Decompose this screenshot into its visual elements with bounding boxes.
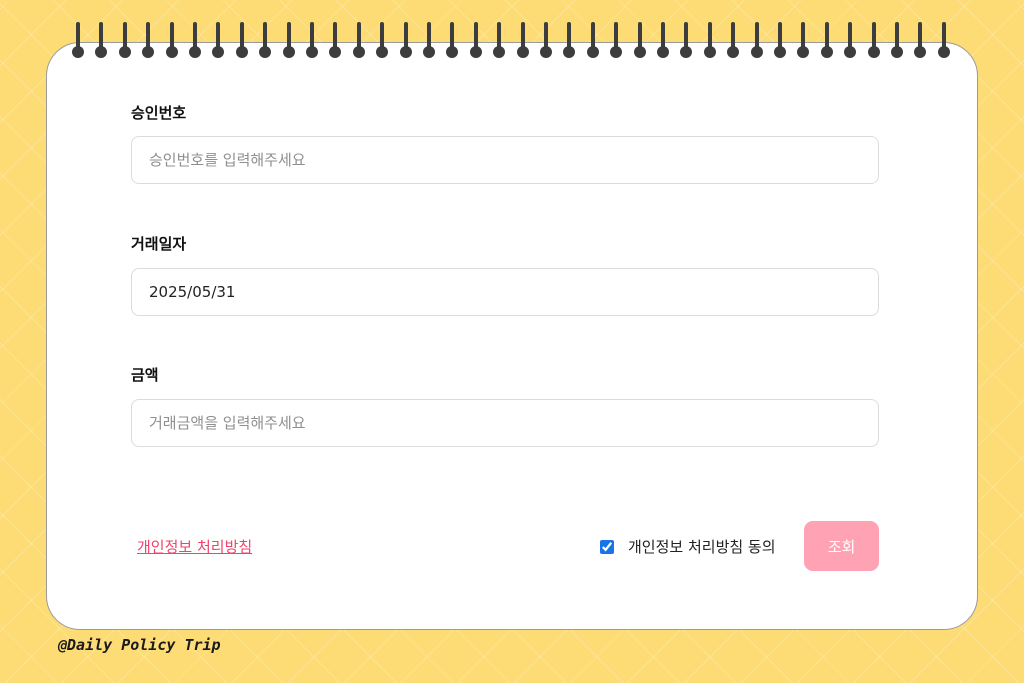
spiral-ring-icon: [540, 22, 552, 62]
spiral-ring-icon: [165, 22, 178, 62]
spiral-ring-icon: [306, 22, 318, 62]
consent-checkbox[interactable]: [600, 539, 614, 554]
transaction-date-label: 거래일자: [131, 235, 187, 253]
consent-label: 개인정보 처리방침 동의: [628, 538, 776, 556]
transaction-date-input[interactable]: [131, 268, 879, 316]
watermark: @Daily Policy Trip: [58, 636, 221, 654]
spiral-ring-icon: [493, 22, 506, 62]
spiral-ring-icon: [633, 22, 646, 62]
spiral-ring-icon: [727, 22, 740, 62]
approval-number-input[interactable]: [131, 136, 879, 184]
spiral-ring-icon: [680, 22, 693, 62]
spiral-ring-icon: [774, 22, 786, 62]
spiral-ring-icon: [657, 22, 669, 62]
spiral-ring-icon: [352, 22, 365, 62]
privacy-consent[interactable]: 개인정보 처리방침 동의: [600, 536, 776, 557]
search-button[interactable]: 조회: [804, 521, 879, 571]
spiral-ring-icon: [914, 22, 927, 62]
spiral-ring-icon: [95, 22, 108, 62]
spiral-ring-icon: [189, 22, 201, 62]
spiral-ring-icon: [516, 22, 529, 62]
spiral-ring-icon: [446, 22, 459, 62]
spiral-ring-icon: [937, 22, 950, 62]
spiral-ring-icon: [118, 22, 131, 62]
spiral-ring-icon: [797, 22, 810, 62]
spiral-ring-icon: [610, 22, 623, 62]
privacy-policy-link[interactable]: 개인정보 처리방침: [137, 536, 252, 557]
spiral-ring-icon: [423, 22, 435, 62]
spiral-ring-icon: [750, 22, 763, 62]
spiral-ring-icon: [703, 22, 716, 62]
amount-label: 금액: [131, 366, 159, 384]
spiral-ring-icon: [867, 22, 880, 62]
spiral-ring-icon: [469, 22, 482, 62]
spiral-ring-icon: [399, 22, 412, 62]
spiral-ring-icon: [282, 22, 295, 62]
spiral-ring-icon: [563, 22, 576, 62]
spiral-ring-icon: [142, 22, 155, 62]
spiral-ring-icon: [376, 22, 389, 62]
spiral-ring-icon: [212, 22, 225, 62]
spiral-ring-icon: [844, 22, 857, 62]
spiral-ring-icon: [72, 22, 84, 62]
approval-number-label: 승인번호: [131, 104, 187, 122]
spiral-ring-icon: [586, 22, 599, 62]
spiral-binding: [72, 22, 952, 62]
spiral-ring-icon: [259, 22, 272, 62]
spiral-ring-icon: [820, 22, 833, 62]
spiral-ring-icon: [329, 22, 342, 62]
spiral-ring-icon: [891, 22, 903, 62]
amount-input[interactable]: [131, 399, 879, 447]
spiral-ring-icon: [235, 22, 248, 62]
